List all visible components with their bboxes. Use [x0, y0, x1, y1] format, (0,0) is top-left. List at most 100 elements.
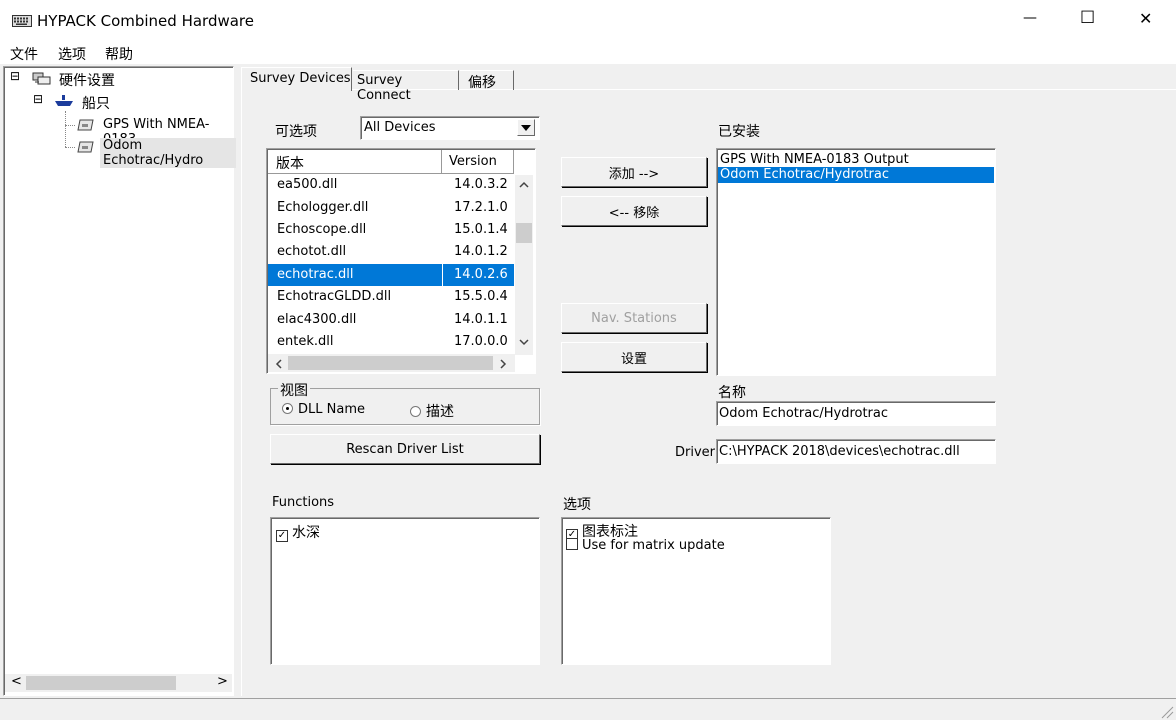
- tree-device-echotrac[interactable]: Odom Echotrac/Hydro: [76, 138, 236, 168]
- close-icon[interactable]: ✕: [1139, 9, 1152, 28]
- row-version: 14.0.2.6: [454, 267, 508, 282]
- row-name: echotrac.dll: [277, 267, 354, 282]
- tree-device-gps[interactable]: GPS With NMEA-0183: [76, 116, 236, 147]
- driver-field[interactable]: C:\HYPACK 2018\devices\echotrac.dll: [716, 439, 996, 464]
- tree-hscrollbar[interactable]: < >: [5, 674, 232, 692]
- view-option-dllname[interactable]: DLL Name: [282, 402, 365, 417]
- function-item-depth[interactable]: 水深: [276, 522, 320, 542]
- radio-label: 描述: [426, 404, 454, 420]
- dropdown-button[interactable]: [517, 119, 535, 136]
- scroll-down-icon[interactable]: [519, 339, 529, 346]
- column-header-version[interactable]: Version: [443, 150, 514, 173]
- tree-lines: [65, 111, 66, 147]
- driver-value: C:\HYPACK 2018\devices\echotrac.dll: [719, 444, 960, 459]
- option-item-matrix-update[interactable]: Use for matrix update: [566, 538, 725, 553]
- list-item[interactable]: GPS With NMEA-0183 Output: [718, 151, 994, 167]
- scroll-thumb[interactable]: [516, 223, 532, 243]
- tab-survey-devices[interactable]: Survey Devices: [241, 67, 352, 91]
- scroll-up-icon[interactable]: [519, 181, 529, 188]
- menu-file[interactable]: 文件: [10, 44, 38, 64]
- table-row[interactable]: EchotracGLDD.dll 15.5.0.4: [268, 286, 514, 308]
- tree-root-label[interactable]: 硬件设置: [59, 70, 115, 90]
- table-row[interactable]: Echologger.dll 17.2.1.0: [268, 197, 514, 219]
- row-name: Echologger.dll: [277, 200, 369, 215]
- nav-stations-button[interactable]: Nav. Stations: [561, 303, 707, 333]
- settings-button[interactable]: 设置: [561, 342, 707, 372]
- table-row-selected[interactable]: echotrac.dll 14.0.2.6: [268, 264, 514, 286]
- tree-toggle-vessel[interactable]: ⊟: [33, 92, 43, 106]
- checkbox-icon[interactable]: [566, 538, 578, 550]
- remove-button[interactable]: <-- 移除: [561, 196, 707, 226]
- checkbox-label: 水深: [292, 525, 320, 541]
- maximize-icon[interactable]: ☐: [1080, 8, 1095, 28]
- rescan-driver-list-button[interactable]: Rescan Driver List: [270, 434, 540, 464]
- filter-value: All Devices: [364, 120, 436, 135]
- row-version: 17.2.1.0: [454, 200, 508, 215]
- status-bar: [0, 698, 1176, 720]
- checkbox-label: Use for matrix update: [582, 538, 725, 553]
- scroll-thumb[interactable]: [288, 356, 493, 370]
- list-header: 版本 Version: [268, 150, 514, 174]
- row-version: 15.5.0.4: [454, 289, 508, 304]
- checkbox-icon[interactable]: [276, 530, 288, 542]
- table-row[interactable]: ea500.dll 14.0.3.2: [268, 175, 514, 197]
- vessel-icon: [55, 95, 73, 106]
- table-row[interactable]: elac4300.dll 14.0.1.1: [268, 309, 514, 331]
- button-label: Rescan Driver List: [346, 441, 464, 457]
- functions-list[interactable]: 水深: [270, 517, 540, 665]
- row-version: 17.0.0.0: [454, 334, 508, 349]
- installed-device-list[interactable]: GPS With NMEA-0183 Output Odom Echotrac/…: [716, 148, 996, 376]
- item-label: Odom Echotrac/Hydrotrac: [720, 167, 890, 182]
- button-label: 设置: [620, 351, 647, 367]
- tab-offset[interactable]: 偏移: [460, 70, 514, 91]
- scroll-right-icon[interactable]: >: [217, 674, 228, 689]
- menu-bar: 文件 选项 帮助: [0, 42, 1176, 64]
- scroll-left-icon[interactable]: [275, 359, 282, 369]
- tree-vessel-label[interactable]: 船只: [82, 93, 110, 113]
- button-label: 添加 -->: [608, 166, 660, 182]
- tab-label: Survey Connect: [357, 73, 411, 103]
- options-list[interactable]: 图表标注 Use for matrix update: [561, 517, 831, 665]
- minimize-icon[interactable]: —: [1023, 10, 1037, 26]
- scroll-thumb[interactable]: [26, 676, 176, 690]
- scroll-right-icon[interactable]: [500, 359, 507, 369]
- hardware-icon: [32, 72, 51, 85]
- hardware-tree[interactable]: ⊟ 硬件设置 ⊟ 船只 GPS With NMEA-0183 Odom Echo…: [3, 66, 236, 696]
- row-version: 15.0.1.4: [454, 222, 508, 237]
- table-row[interactable]: Echoscope.dll 15.0.1.4: [268, 219, 514, 241]
- tree-branch-2: [65, 147, 75, 148]
- table-row[interactable]: echotot.dll 14.0.1.2: [268, 241, 514, 263]
- add-button[interactable]: 添加 -->: [561, 157, 707, 187]
- tab-survey-connect[interactable]: Survey Connect: [353, 70, 459, 103]
- functions-label: Functions: [272, 495, 335, 510]
- button-label: <-- 移除: [608, 205, 660, 221]
- resize-grip-icon[interactable]: [1160, 705, 1174, 719]
- name-field[interactable]: Odom Echotrac/Hydrotrac: [716, 401, 996, 426]
- column-divider: [442, 264, 443, 286]
- item-label: GPS With NMEA-0183 Output: [720, 152, 909, 167]
- table-row[interactable]: entek.dll 17.0.0.0: [268, 331, 514, 353]
- row-name: ea500.dll: [277, 177, 338, 192]
- list-vscrollbar[interactable]: [515, 175, 533, 355]
- tab-label: Survey Devices: [250, 71, 351, 86]
- device-icon: [77, 141, 94, 153]
- available-device-list[interactable]: 版本 Version ea500.dll 14.0.3.2 Echologger…: [266, 148, 536, 374]
- menu-help[interactable]: 帮助: [105, 44, 133, 64]
- title-bar[interactable]: HYPACK Combined Hardware — ☐ ✕: [0, 0, 1176, 42]
- column-label: 版本: [276, 156, 304, 172]
- column-header-name[interactable]: 版本: [268, 150, 442, 173]
- row-name: EchotracGLDD.dll: [277, 289, 392, 304]
- name-label: 名称: [718, 385, 746, 401]
- list-hscrollbar[interactable]: [268, 354, 515, 372]
- tree-toggle-root[interactable]: ⊟: [10, 69, 20, 83]
- row-name: echotot.dll: [277, 244, 347, 259]
- view-option-description[interactable]: 描述: [410, 401, 454, 421]
- button-label: Nav. Stations: [591, 310, 677, 326]
- tab-label: 偏移: [468, 75, 496, 91]
- menu-options[interactable]: 选项: [58, 44, 86, 64]
- radio-label: DLL Name: [298, 402, 365, 417]
- device-filter-select[interactable]: All Devices: [360, 116, 540, 140]
- row-version: 14.0.1.2: [454, 244, 508, 259]
- list-item-selected[interactable]: Odom Echotrac/Hydrotrac: [718, 167, 994, 183]
- scroll-left-icon[interactable]: <: [11, 674, 22, 689]
